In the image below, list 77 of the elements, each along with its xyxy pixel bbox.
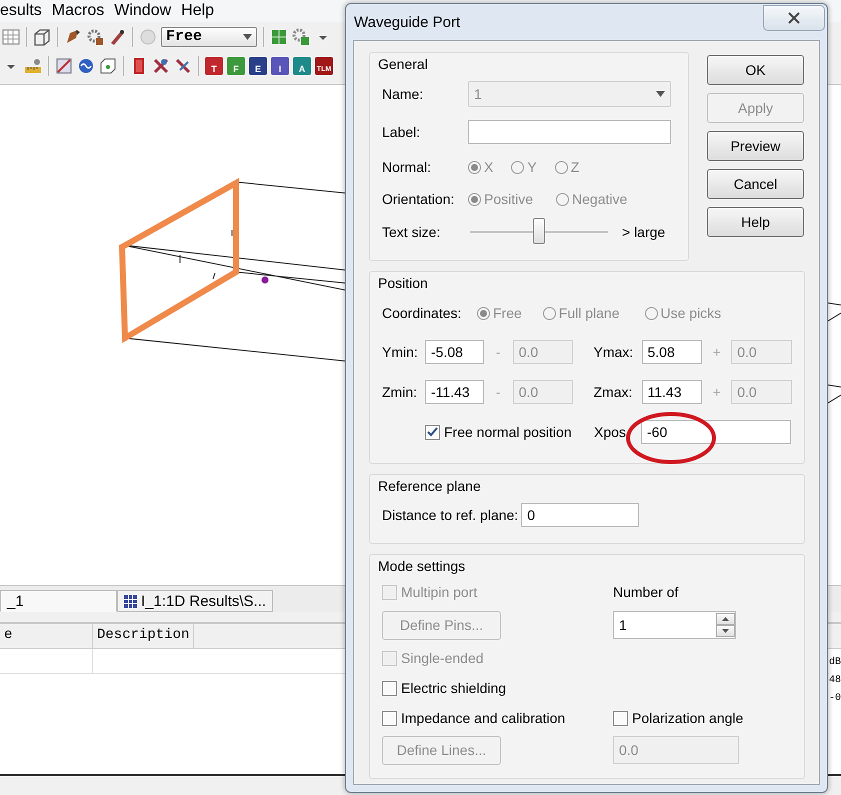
number-field[interactable]: -11.43 [425, 380, 484, 404]
checkbox[interactable] [382, 680, 397, 696]
checkbox[interactable] [382, 710, 397, 726]
window-title: Waveguide Port [354, 14, 460, 30]
field-label: Number of [613, 583, 680, 602]
field-label: Ymax: [594, 344, 634, 360]
sign-label: - [494, 384, 502, 400]
solver-button[interactable]: F [227, 56, 245, 74]
number-field[interactable]: 5.08 [642, 340, 702, 364]
checkbox-label[interactable]: Polarization angle [632, 710, 744, 726]
column-header: e [0, 624, 93, 648]
menu-item[interactable]: Macros [52, 2, 104, 20]
gear-icon[interactable] [86, 28, 104, 46]
solver-button[interactable]: A [293, 56, 311, 74]
table-cell: 48 [829, 675, 841, 686]
solver-button[interactable]: I [271, 56, 289, 74]
field-label: Label: [382, 124, 422, 140]
number-field[interactable]: 0 [521, 503, 640, 527]
group-title: Position [378, 274, 429, 293]
checkbox-label[interactable]: Impedance and calibration [401, 710, 566, 726]
field-label: Coordinates: [382, 305, 462, 321]
sign-label: + [712, 384, 722, 400]
grid-icon [124, 594, 137, 608]
ruler-icon[interactable] [24, 56, 42, 74]
pencil-icon[interactable] [108, 28, 126, 46]
field-label: Name: [382, 86, 424, 102]
close-button[interactable] [763, 5, 825, 31]
square-icon[interactable] [55, 56, 73, 74]
number-spinner[interactable]: 1 [613, 611, 736, 639]
group-title: Reference plane [378, 477, 482, 496]
menu-item[interactable]: esults [0, 2, 42, 20]
group-title: General [378, 55, 429, 74]
field-label: Normal: [382, 159, 432, 175]
cross-icon[interactable] [152, 56, 170, 74]
label-field[interactable] [468, 120, 671, 144]
column-header: Description [93, 624, 194, 648]
gear-icon[interactable] [292, 28, 310, 46]
solver-button[interactable]: T [205, 56, 223, 74]
grid-icon[interactable] [2, 28, 20, 46]
dialog-button[interactable]: Cancel [707, 169, 804, 199]
close-icon [787, 12, 801, 24]
slider-thumb[interactable] [533, 218, 545, 244]
sign-label: - [494, 344, 502, 360]
number-field[interactable]: -60 [641, 420, 791, 444]
field-label: Xpos [594, 424, 627, 440]
menu-item[interactable]: Help [181, 2, 214, 20]
field-label: Text size: [382, 224, 442, 240]
mode-dropdown[interactable]: Free [161, 26, 257, 46]
checkbox-label[interactable]: Free normal position [444, 424, 572, 440]
field-label: Orientation: [382, 191, 456, 207]
cube-icon[interactable] [33, 28, 51, 46]
group-title: Mode settings [378, 557, 466, 576]
slider-value: > large [622, 224, 666, 240]
field-label: Ymin: [382, 344, 419, 360]
dialog-button[interactable]: Help [707, 207, 804, 237]
checkbox[interactable] [425, 424, 440, 440]
wave-icon[interactable] [77, 56, 95, 74]
menu-item[interactable]: Window [114, 2, 172, 20]
table-cell: dB [829, 657, 841, 668]
solver-button[interactable]: E [249, 56, 267, 74]
brush-icon[interactable] [64, 28, 82, 46]
field-label: Zmax: [594, 384, 634, 400]
document-tab[interactable]: I_1:1D Results\S... [117, 590, 274, 612]
document-tab[interactable]: _1 [0, 590, 117, 612]
number-field[interactable]: -5.08 [425, 340, 484, 364]
checkbox-label[interactable]: Electric shielding [401, 680, 506, 696]
cross-icon[interactable] [174, 56, 192, 74]
cube-icon[interactable] [99, 56, 117, 74]
field-label: Zmin: [382, 384, 418, 400]
field-label: Distance to ref. plane: [382, 507, 518, 523]
dialog-button[interactable]: Preview [707, 131, 804, 161]
dialog-button[interactable]: OK [707, 55, 804, 85]
checkbox[interactable] [613, 710, 628, 726]
number-field[interactable]: 11.43 [642, 380, 702, 404]
table-cell: -0 [829, 693, 841, 704]
caret-icon[interactable] [243, 34, 252, 40]
sign-label: + [712, 344, 722, 360]
